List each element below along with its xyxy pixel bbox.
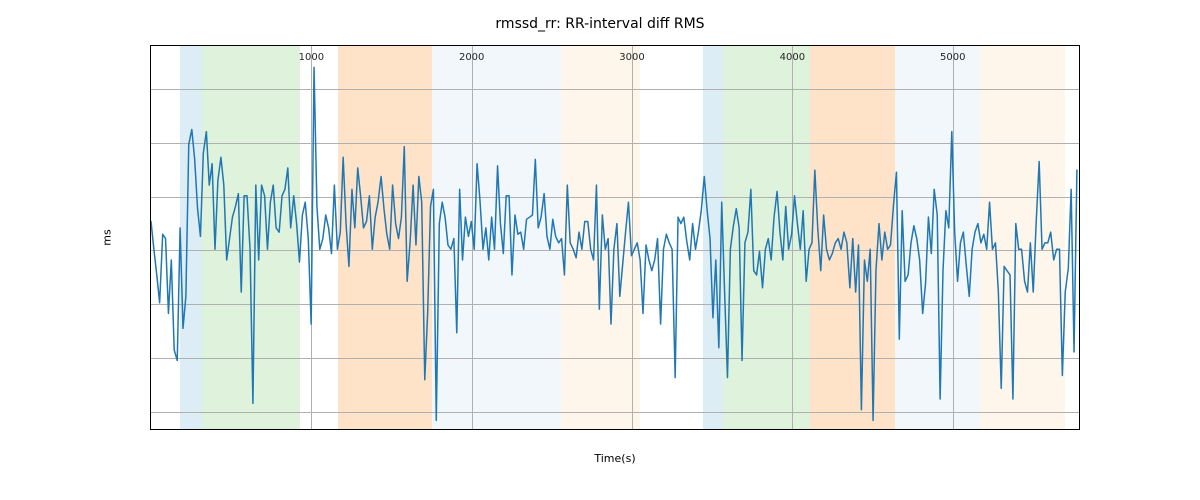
x-tick: 3000 <box>619 46 644 63</box>
x-axis-label: Time(s) <box>150 452 1080 465</box>
x-tick: 2000 <box>459 46 484 63</box>
y-tick: 100 <box>150 245 151 256</box>
y-tick: 25 <box>150 406 151 417</box>
y-tick: 175 <box>150 84 151 95</box>
y-tick: 75 <box>150 299 151 310</box>
series-rmssd_rr <box>151 67 1077 420</box>
y-tick: 50 <box>150 352 151 363</box>
y-tick: 150 <box>150 137 151 148</box>
figure: rmssd_rr: RR-interval diff RMS ms 25 50 75… <box>0 0 1200 500</box>
series-layer <box>151 46 1079 429</box>
x-tick: 1000 <box>299 46 324 63</box>
y-axis-label: ms <box>100 45 114 430</box>
x-tick: 5000 <box>940 46 965 63</box>
chart-title: rmssd_rr: RR-interval diff RMS <box>0 16 1200 32</box>
x-tick: 4000 <box>780 46 805 63</box>
plot-area: 25 50 75 100 125 150 175 1000 2000 3000 4000 5000 <box>150 45 1080 430</box>
y-tick: 125 <box>150 191 151 202</box>
